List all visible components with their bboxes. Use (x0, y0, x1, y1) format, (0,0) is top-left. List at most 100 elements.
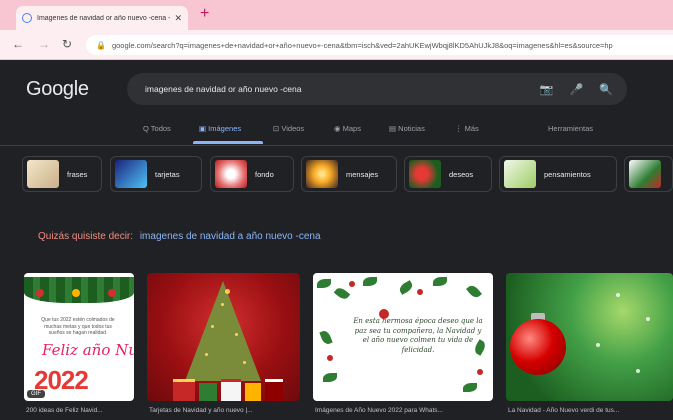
gift-icon (221, 379, 241, 401)
chip-frases[interactable]: frases (22, 156, 102, 192)
lock-icon: 🔒 (96, 40, 106, 50)
gift-icon (199, 383, 217, 401)
ornament-icon (510, 319, 566, 375)
holly-leaf-icon (463, 383, 477, 392)
back-button[interactable]: ← (12, 38, 24, 50)
tab-videos-label: Videos (281, 124, 305, 133)
chip-mensajes[interactable]: mensajes (301, 156, 397, 192)
card-poem: En esta hermosa época deseo que la paz s… (353, 317, 483, 354)
search-box[interactable]: imagenes de navidad or año nuevo -cena 📷… (127, 73, 627, 105)
chip-thumbnail (504, 160, 536, 188)
gift-icon (265, 379, 283, 401)
active-tab-indicator (193, 141, 263, 144)
sparkle-icon (596, 343, 600, 347)
result-image[interactable] (147, 273, 300, 401)
chip-label: tarjetas (155, 169, 180, 179)
camera-icon[interactable]: 📷 (540, 83, 554, 96)
result-caption[interactable]: 200 ideas de Feliz Navid... (26, 407, 103, 414)
tree-light (211, 325, 214, 328)
news-icon: ▤ (389, 124, 399, 133)
holly-leaf-icon (433, 277, 447, 286)
close-tab-icon[interactable]: ✕ (174, 13, 182, 24)
tab-maps[interactable]: ◉ Maps (334, 124, 361, 133)
browser-tab[interactable]: Imagenes de navidad or año nuevo -cena -… (16, 6, 188, 30)
tab-imagenes[interactable]: ▣ Imágenes (199, 124, 241, 133)
ornament-icon (72, 289, 80, 297)
tab-imagenes-label: Imágenes (208, 124, 242, 133)
tab-noticias[interactable]: ▤ Noticias (389, 124, 425, 133)
did-you-mean: Quizás quisiste decir: imagenes de navid… (38, 231, 321, 242)
tree-light (221, 303, 224, 306)
chip-pensamientos[interactable]: pensamientos (499, 156, 617, 192)
result-image[interactable]: Que tus 2022 estén colmados de muchas me… (24, 273, 134, 401)
image-result[interactable]: En esta hermosa época deseo que la paz s… (313, 273, 493, 414)
chip-fondo[interactable]: fondo (210, 156, 294, 192)
holly-leaf-icon (397, 280, 415, 295)
holly-leaf-icon (363, 277, 377, 286)
sparkle-icon (646, 317, 650, 321)
reload-button[interactable]: ↻ (62, 38, 72, 50)
header-divider (0, 145, 673, 146)
tools-button[interactable]: Herramientas (548, 124, 593, 133)
address-bar: ← → ↻ 🔒 google.com/search?q=imagenes+de+… (0, 30, 673, 60)
did-you-mean-suggestion[interactable]: imagenes de navidad a año nuevo -cena (140, 231, 321, 242)
new-tab-button[interactable]: + (200, 6, 209, 22)
chip-more[interactable] (624, 156, 673, 192)
result-caption[interactable]: La Navidad - Año Nuevo verdi de tus... (508, 407, 619, 414)
chip-label: deseos (449, 169, 474, 179)
sparkle-icon (636, 369, 640, 373)
google-logo[interactable]: Google (26, 78, 89, 101)
card-title: Feliz año Nuevo (42, 341, 134, 359)
url-omnibox[interactable]: 🔒 google.com/search?q=imagenes+de+navida… (86, 35, 673, 55)
chip-thumbnail (306, 160, 338, 188)
result-image[interactable]: En esta hermosa época deseo que la paz s… (313, 273, 493, 401)
result-caption[interactable]: Imágenes de Año Nuevo 2022 para Whats... (315, 407, 443, 414)
tree-light (235, 333, 238, 336)
search-input[interactable]: imagenes de navidad or año nuevo -cena (145, 84, 524, 94)
mic-icon[interactable]: 🎤 (570, 83, 584, 96)
holly-leaf-icon (319, 329, 333, 346)
google-favicon-icon (22, 13, 32, 23)
chip-deseos[interactable]: deseos (404, 156, 492, 192)
gift-icon (173, 379, 195, 401)
tree-light (243, 361, 246, 364)
result-caption[interactable]: Tarjetas de Navidad y año nuevo |... (149, 407, 253, 414)
card-text: Que tus 2022 estén colmados de muchas me… (41, 317, 115, 336)
ornament-icon (108, 289, 116, 297)
image-result[interactable]: La Navidad - Año Nuevo verdi de tus... (506, 273, 673, 414)
tab-videos[interactable]: ⊡ Videos (273, 124, 304, 133)
browser-tab-bar: Imagenes de navidad or año nuevo -cena -… (0, 0, 673, 30)
tab-todos[interactable]: Q Todos (143, 124, 171, 133)
chip-label: fondo (255, 169, 274, 179)
holly-leaf-icon (333, 285, 351, 302)
tab-mas[interactable]: ⋮ Más (455, 124, 479, 133)
suggestion-chips: frases tarjetas fondo mensajes deseos pe… (22, 156, 673, 194)
search-tabs: Q Todos ▣ Imágenes ⊡ Videos ◉ Maps ▤ Not… (0, 118, 673, 144)
forward-button[interactable]: → (38, 38, 50, 50)
gift-icon (245, 383, 261, 401)
ornament-icon (36, 289, 44, 297)
tab-noticias-label: Noticias (398, 124, 425, 133)
tab-maps-label: Maps (342, 124, 361, 133)
holly-leaf-icon (323, 373, 337, 382)
berry-icon (349, 281, 355, 287)
chip-thumbnail (115, 160, 147, 188)
berry-icon (477, 369, 483, 375)
url-text[interactable]: google.com/search?q=imagenes+de+navidad+… (112, 41, 613, 50)
chip-label: pensamientos (544, 169, 591, 179)
chip-thumbnail (409, 160, 441, 188)
map-pin-icon: ◉ (334, 124, 343, 133)
image-result[interactable]: Que tus 2022 estén colmados de muchas me… (24, 273, 134, 414)
chip-tarjetas[interactable]: tarjetas (110, 156, 202, 192)
holly-leaf-icon (466, 283, 482, 300)
chip-thumbnail (629, 160, 661, 188)
sparkle-icon (616, 293, 620, 297)
image-result[interactable]: Tarjetas de Navidad y año nuevo |... (147, 273, 300, 414)
chip-label: mensajes (346, 169, 379, 179)
result-image[interactable] (506, 273, 673, 401)
holly-leaf-icon (317, 279, 331, 288)
star-icon (225, 289, 230, 294)
did-you-mean-prefix: Quizás quisiste decir: (38, 231, 134, 242)
chip-thumbnail (215, 160, 247, 188)
search-icon[interactable]: 🔍 (599, 83, 613, 96)
